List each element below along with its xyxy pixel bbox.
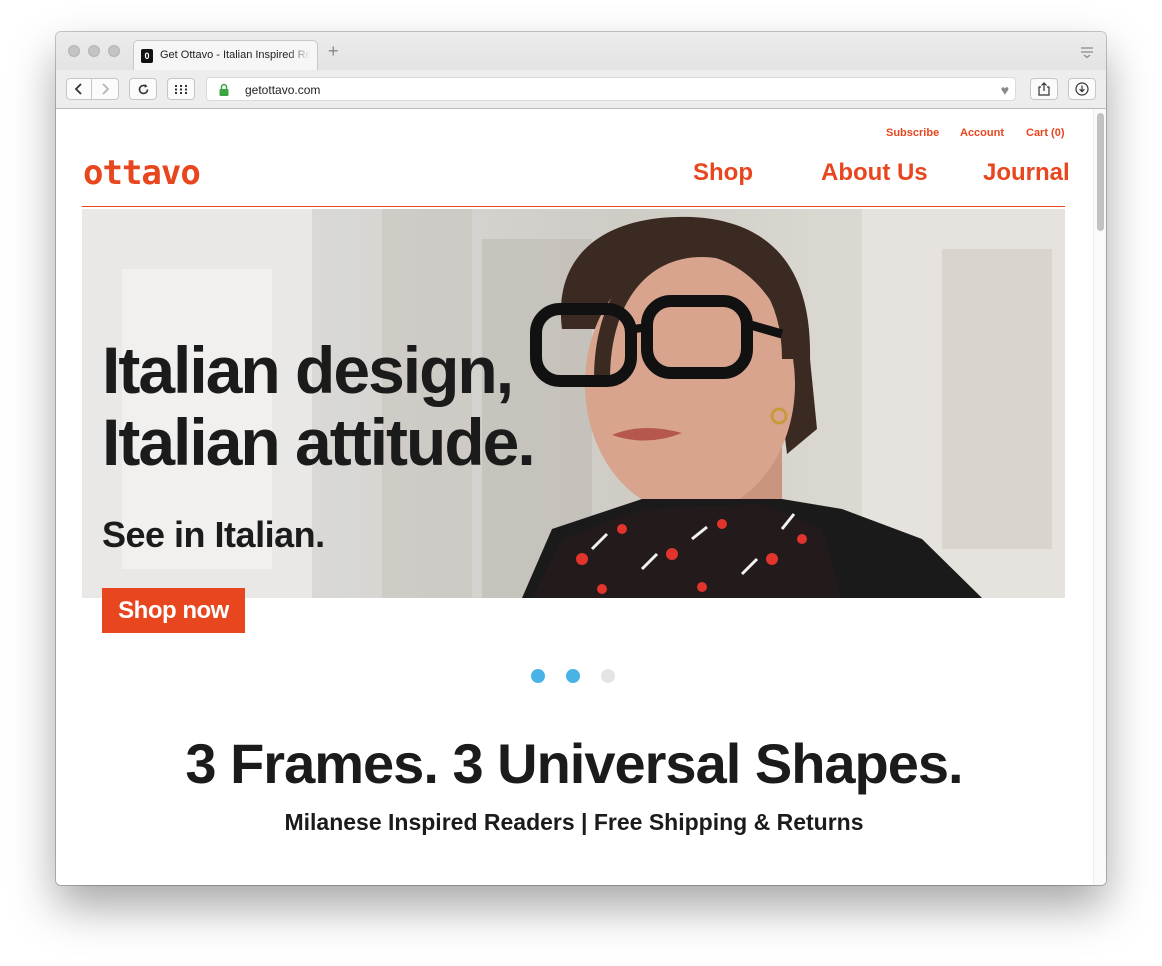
reload-icon (138, 83, 148, 94)
address-bar[interactable]: getottavo.com ♥ (206, 77, 1016, 101)
close-window-button[interactable] (68, 45, 80, 57)
carousel-dot-2[interactable] (566, 669, 580, 683)
hero-headline-line-1: Italian design, (102, 333, 514, 407)
browser-toolbar: getottavo.com ♥ (56, 70, 1106, 109)
share-button[interactable] (1030, 78, 1058, 100)
hero-banner: Italian design, Italian attitude. See in… (82, 209, 1065, 598)
cart-link[interactable]: Cart (0) (1026, 127, 1065, 139)
tab-strip: 0 Get Ottavo - Italian Inspired Readers … (56, 32, 1106, 71)
chevron-left-icon (74, 83, 82, 95)
new-tab-button[interactable]: + (328, 42, 339, 60)
web-page: Subscribe Account Cart (0) ottavo Shop A… (56, 109, 1106, 885)
hero-headline-line-2: Italian attitude. (102, 405, 536, 479)
back-button[interactable] (66, 78, 92, 100)
lock-icon (219, 83, 229, 96)
chevron-right-icon (102, 83, 110, 95)
share-icon (1038, 82, 1050, 96)
reload-button[interactable] (129, 78, 157, 100)
url-text: getottavo.com (245, 83, 321, 97)
minimize-window-button[interactable] (88, 45, 100, 57)
browser-tab[interactable]: 0 Get Ottavo - Italian Inspired Readers (133, 40, 318, 71)
favicon-icon: 0 (141, 49, 153, 63)
download-icon (1075, 82, 1089, 96)
grid-icon (175, 84, 187, 94)
page-scrollbar[interactable] (1093, 109, 1106, 885)
heart-icon[interactable]: ♥ (1001, 82, 1009, 98)
downloads-button[interactable] (1068, 78, 1096, 100)
zoom-window-button[interactable] (108, 45, 120, 57)
section-headline: 3 Frames. 3 Universal Shapes. (185, 732, 963, 795)
account-link[interactable]: Account (960, 127, 1004, 139)
carousel-dot-3[interactable] (601, 669, 615, 683)
scrollbar-thumb[interactable] (1097, 113, 1104, 231)
browser-window: 0 Get Ottavo - Italian Inspired Readers … (56, 32, 1106, 885)
shop-now-button[interactable]: Shop now (102, 588, 245, 633)
header-divider (82, 206, 1065, 207)
nav-journal[interactable]: Journal (983, 159, 1070, 187)
subscribe-link[interactable]: Subscribe (886, 127, 939, 139)
forward-button[interactable] (91, 78, 119, 100)
ottavo-logo[interactable]: ottavo (83, 153, 201, 193)
tab-overview-icon[interactable] (1080, 46, 1094, 58)
top-sites-button[interactable] (167, 78, 195, 100)
tab-title: Get Ottavo - Italian Inspired Readers (160, 49, 310, 61)
hero-subline: See in Italian. (102, 514, 325, 555)
carousel-dot-1[interactable] (531, 669, 545, 683)
nav-about-us[interactable]: About Us (821, 159, 928, 187)
section-subheadline: Milanese Inspired Readers | Free Shippin… (284, 809, 864, 835)
nav-shop[interactable]: Shop (693, 159, 753, 187)
